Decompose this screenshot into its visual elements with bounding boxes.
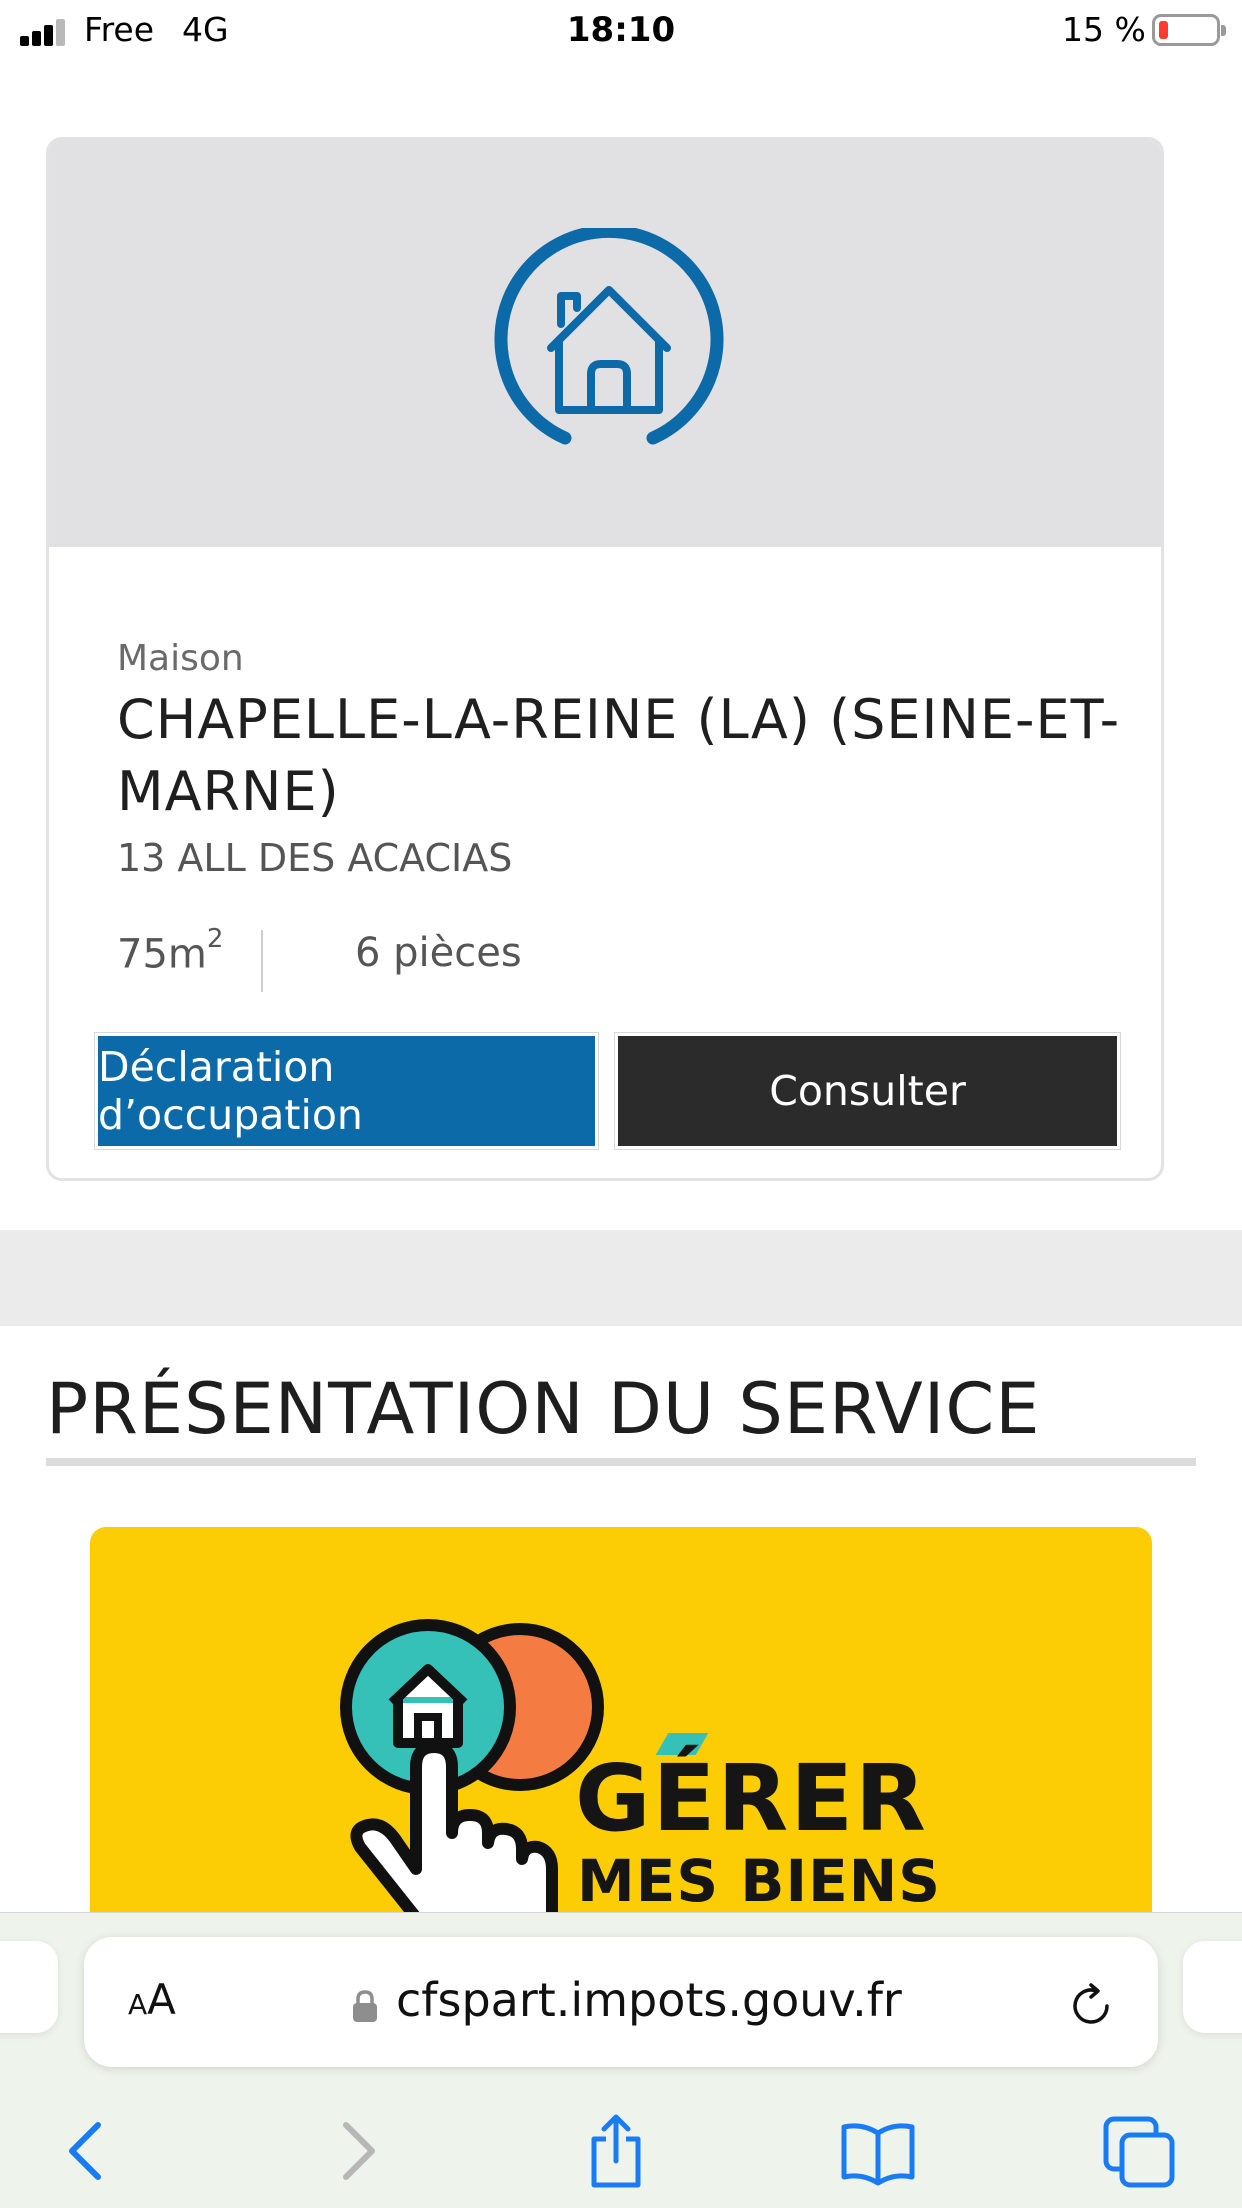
next-tab-preview[interactable] [1183, 1941, 1242, 2033]
property-city: CHAPELLE-LA-REINE (LA) (SEINE-ET-MARNE) [117, 688, 1121, 823]
text-size-button[interactable]: AA [128, 1975, 198, 2025]
consult-button[interactable]: Consulter [614, 1032, 1121, 1150]
meta-divider [261, 930, 263, 992]
promo-banner[interactable]: GÉRER MES BIENS [90, 1527, 1152, 1947]
battery-icon [1152, 14, 1226, 46]
property-rooms: 6 pièces [355, 930, 522, 976]
browser-toolbar [0, 2093, 1242, 2203]
share-icon[interactable] [576, 2111, 656, 2191]
property-card: Maison CHAPELLE-LA-REINE (LA) (SEINE-ET-… [46, 137, 1164, 1181]
tabs-icon[interactable] [1100, 2111, 1180, 2191]
area-value: 75m [117, 931, 207, 978]
bookmarks-icon[interactable] [838, 2111, 918, 2191]
property-address: 13 ALL DES ACACIAS [117, 836, 513, 880]
back-icon[interactable] [48, 2111, 128, 2191]
text-size-big-a: A [147, 1975, 176, 2024]
battery-percentage: 15 % [1062, 10, 1146, 49]
property-hero [49, 140, 1161, 547]
lock-icon [353, 1990, 377, 2022]
previous-tab-preview[interactable] [0, 1941, 58, 2033]
address-bar[interactable]: AA cfspart.impots.gouv.fr [84, 1937, 1158, 2067]
url-text[interactable]: cfspart.impots.gouv.fr [396, 1973, 902, 2027]
text-size-small-a: A [128, 1988, 148, 2021]
clock: 18:10 [566, 10, 676, 50]
area-exponent: 2 [206, 924, 224, 954]
forward-icon[interactable] [316, 2111, 396, 2191]
promo-subtitle: MES BIENS [577, 1847, 942, 1915]
section-title: PRÉSENTATION DU SERVICE [46, 1368, 1041, 1450]
declaration-occupation-button[interactable]: Déclaration d’occupation [94, 1032, 599, 1150]
promo-title: GÉRER [575, 1745, 928, 1852]
property-type: Maison [117, 638, 244, 679]
section-underline [46, 1458, 1196, 1466]
status-bar: Free 4G 18:10 15 % [0, 0, 1242, 62]
section-separator [0, 1230, 1242, 1326]
property-area: 75m2 [117, 924, 223, 978]
house-in-circle-icon [494, 228, 724, 445]
reload-icon[interactable] [1066, 1981, 1116, 2031]
browser-bottom-bar: AA cfspart.impots.gouv.fr [0, 1912, 1242, 2208]
